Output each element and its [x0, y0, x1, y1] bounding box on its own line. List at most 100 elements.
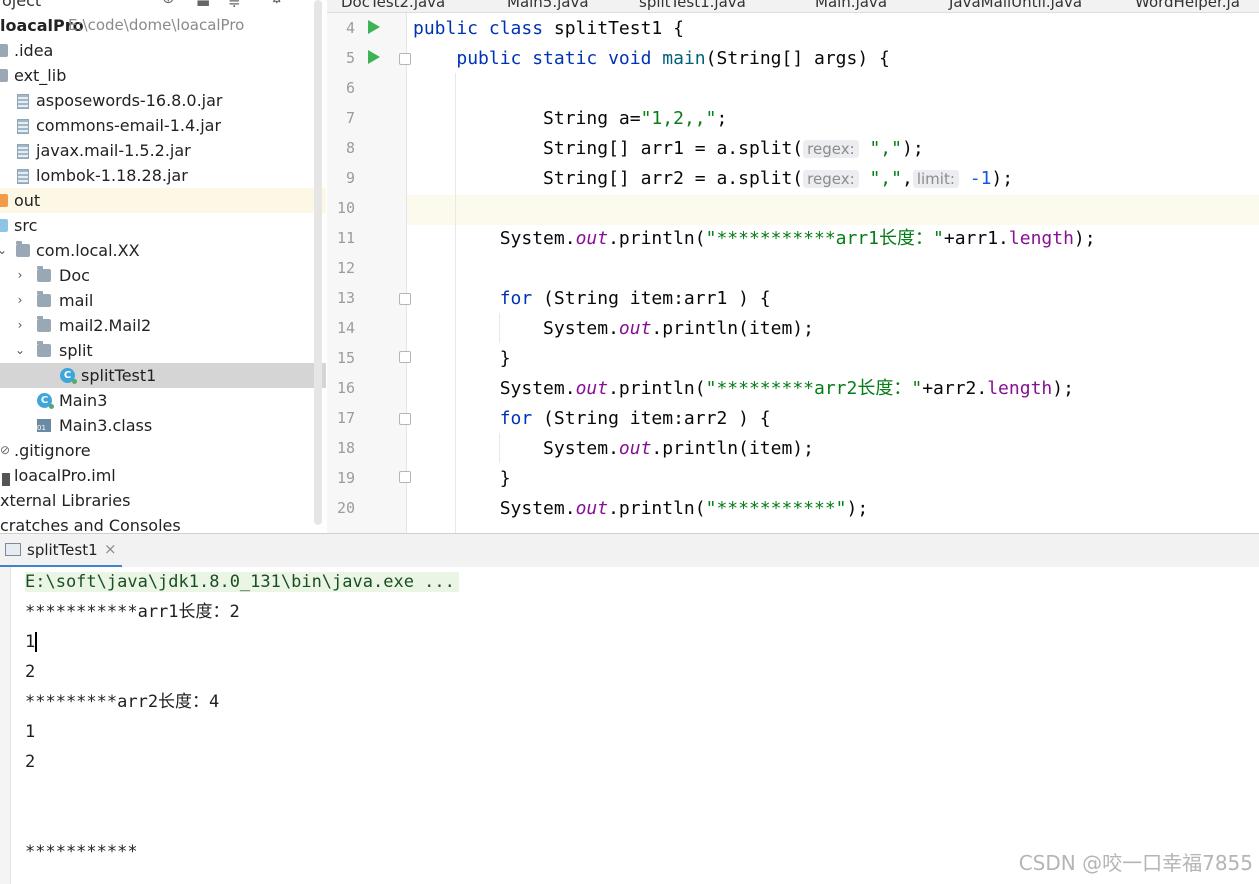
tab-wordhelper[interactable]: WordHelper.ja	[1135, 0, 1240, 11]
tree-root[interactable]: loacalPro E:\code\dome\loacalPro	[0, 13, 326, 38]
scope-icon[interactable]: ⊕	[162, 0, 175, 7]
tree-label: loacalPro.iml	[14, 466, 116, 485]
fold-marker-icon[interactable]	[399, 293, 411, 305]
tree-item-iml[interactable]: loacalPro.iml	[0, 463, 326, 488]
close-icon[interactable]: ×	[104, 540, 117, 558]
tree-item-out[interactable]: out	[0, 188, 326, 213]
code-text: (String item:arr2 ) {	[532, 408, 771, 429]
tree-item-idea[interactable]: .idea	[0, 38, 326, 63]
run-console[interactable]: E:\soft\java\jdk1.8.0_131\bin\java.exe .…	[0, 567, 1259, 884]
field-name: length	[1008, 228, 1074, 249]
line-number: 19	[336, 469, 355, 487]
fold-marker-icon[interactable]	[399, 413, 411, 425]
string-literal: "1,2,,"	[640, 108, 717, 129]
tree-item-main3[interactable]: C Main3	[0, 388, 326, 413]
console-output-line: 2	[25, 752, 36, 772]
source-folder-icon	[0, 219, 8, 232]
fold-marker-icon[interactable]	[399, 53, 411, 65]
tree-label: .idea	[14, 41, 54, 60]
code-line-18: System.out.println(item);	[413, 434, 814, 464]
line-number: 8	[345, 139, 355, 157]
fold-marker-icon[interactable]	[399, 471, 411, 483]
tree-item-split[interactable]: ⌄ split	[0, 338, 326, 363]
code-text: .println(	[608, 228, 706, 249]
gear-icon[interactable]: ⚙	[270, 0, 283, 7]
project-scrollbar[interactable]	[314, 0, 322, 525]
tree-item-ext-lib[interactable]: ext_lib	[0, 63, 326, 88]
chevron-down-icon[interactable]: ⌄	[0, 238, 8, 263]
tab-main5[interactable]: Main5.java	[507, 0, 589, 11]
code-text: ,	[901, 168, 913, 189]
console-output-line: ***********	[25, 842, 138, 862]
tree-item-gitignore[interactable]: ⊘ .gitignore	[0, 438, 326, 463]
tree-label: split	[59, 341, 93, 360]
tree-item-external-libraries[interactable]: xternal Libraries	[0, 488, 326, 513]
expand-icon[interactable]: ≑	[228, 0, 241, 11]
tree-item-jar[interactable]: javax.mail-1.5.2.jar	[0, 138, 326, 163]
code-editor[interactable]: DocTest2.java Main5.java splitTest1.java…	[327, 0, 1259, 533]
string-literal: ","	[869, 168, 902, 189]
jar-icon	[17, 169, 29, 184]
run-class-icon[interactable]	[368, 20, 380, 34]
fold-marker-icon[interactable]	[399, 351, 411, 363]
code-line-5: public static void main(String[] args) {	[413, 44, 890, 74]
tree-item-jar[interactable]: asposewords-16.8.0.jar	[0, 88, 326, 113]
project-title[interactable]: oject	[2, 0, 41, 10]
keyword: for	[499, 408, 533, 429]
code-text: ;	[716, 108, 728, 129]
chevron-right-icon[interactable]: ›	[14, 313, 26, 338]
tab-splittest1[interactable]: splitTest1.java	[639, 0, 746, 12]
run-main-icon[interactable]	[368, 50, 380, 64]
package-icon	[37, 316, 51, 332]
tree-label: splitTest1	[81, 366, 157, 385]
line-number: 17	[336, 409, 355, 427]
tree-item-scratches[interactable]: cratches and Consoles	[0, 513, 326, 533]
tab-main[interactable]: Main.java	[815, 0, 887, 11]
keyword: for	[499, 288, 533, 309]
tree-item-jar[interactable]: commons-email-1.4.jar	[0, 113, 326, 138]
chevron-down-icon[interactable]: ⌄	[14, 338, 26, 363]
editor-tabs: DocTest2.java Main5.java splitTest1.java…	[327, 0, 1259, 13]
code-text: System.	[499, 378, 576, 399]
tree-item-mail[interactable]: › mail	[0, 288, 326, 313]
tree-label: src	[14, 216, 38, 235]
code-text: (String[] args) {	[705, 48, 890, 69]
static-field: out	[618, 318, 652, 339]
tree-item-mail2[interactable]: › mail2.Mail2	[0, 313, 326, 338]
tree-label: ext_lib	[14, 66, 67, 85]
tab-javamailuntil[interactable]: JavaMailUntil.java	[949, 0, 1082, 11]
watermark: CSDN @咬一口幸福7855	[1018, 851, 1253, 875]
java-class-icon: C	[37, 393, 54, 409]
tree-item-doc[interactable]: › Doc	[0, 263, 326, 288]
tree-label: mail2.Mail2	[59, 316, 152, 335]
code-text: .println(	[608, 498, 706, 519]
tree-item-jar[interactable]: lombok-1.18.28.jar	[0, 163, 326, 188]
code-text: System.	[499, 498, 576, 519]
collapse-icon[interactable]: ▬	[196, 0, 210, 11]
output-text: 1	[25, 632, 36, 652]
code-text: );	[846, 498, 869, 519]
string-literal: "***********"	[705, 498, 847, 519]
run-tab-splittest1[interactable]: splitTest1 ×	[0, 534, 122, 568]
code-line-19: }	[413, 464, 511, 494]
code-text: );	[991, 168, 1014, 189]
code-line-20: System.out.println("***********");	[413, 494, 869, 524]
tree-label: lombok-1.18.28.jar	[36, 166, 188, 185]
chevron-right-icon[interactable]: ›	[14, 263, 26, 288]
tree-item-main3-class[interactable]: 01 Main3.class	[0, 413, 326, 438]
tree-item-src[interactable]: src	[0, 213, 326, 238]
tree-item-splittest1[interactable]: C splitTest1	[0, 363, 326, 388]
current-line-highlight	[406, 195, 1259, 225]
folder-icon	[0, 194, 8, 207]
root-path: E:\code\dome\loacalPro	[68, 16, 245, 34]
tree-item-package[interactable]: ⌄ com.local.XX	[0, 238, 326, 263]
line-number: 4	[345, 19, 355, 37]
package-icon	[37, 266, 51, 282]
tab-doctest2[interactable]: DocTest2.java	[341, 0, 445, 11]
run-tool-window-header: splitTest1 ×	[0, 533, 1259, 568]
line-number: 9	[345, 169, 355, 187]
tree-label: Main3.class	[59, 416, 153, 435]
keyword: public class	[413, 18, 544, 39]
line-number: 20	[336, 499, 355, 517]
chevron-right-icon[interactable]: ›	[14, 288, 26, 313]
